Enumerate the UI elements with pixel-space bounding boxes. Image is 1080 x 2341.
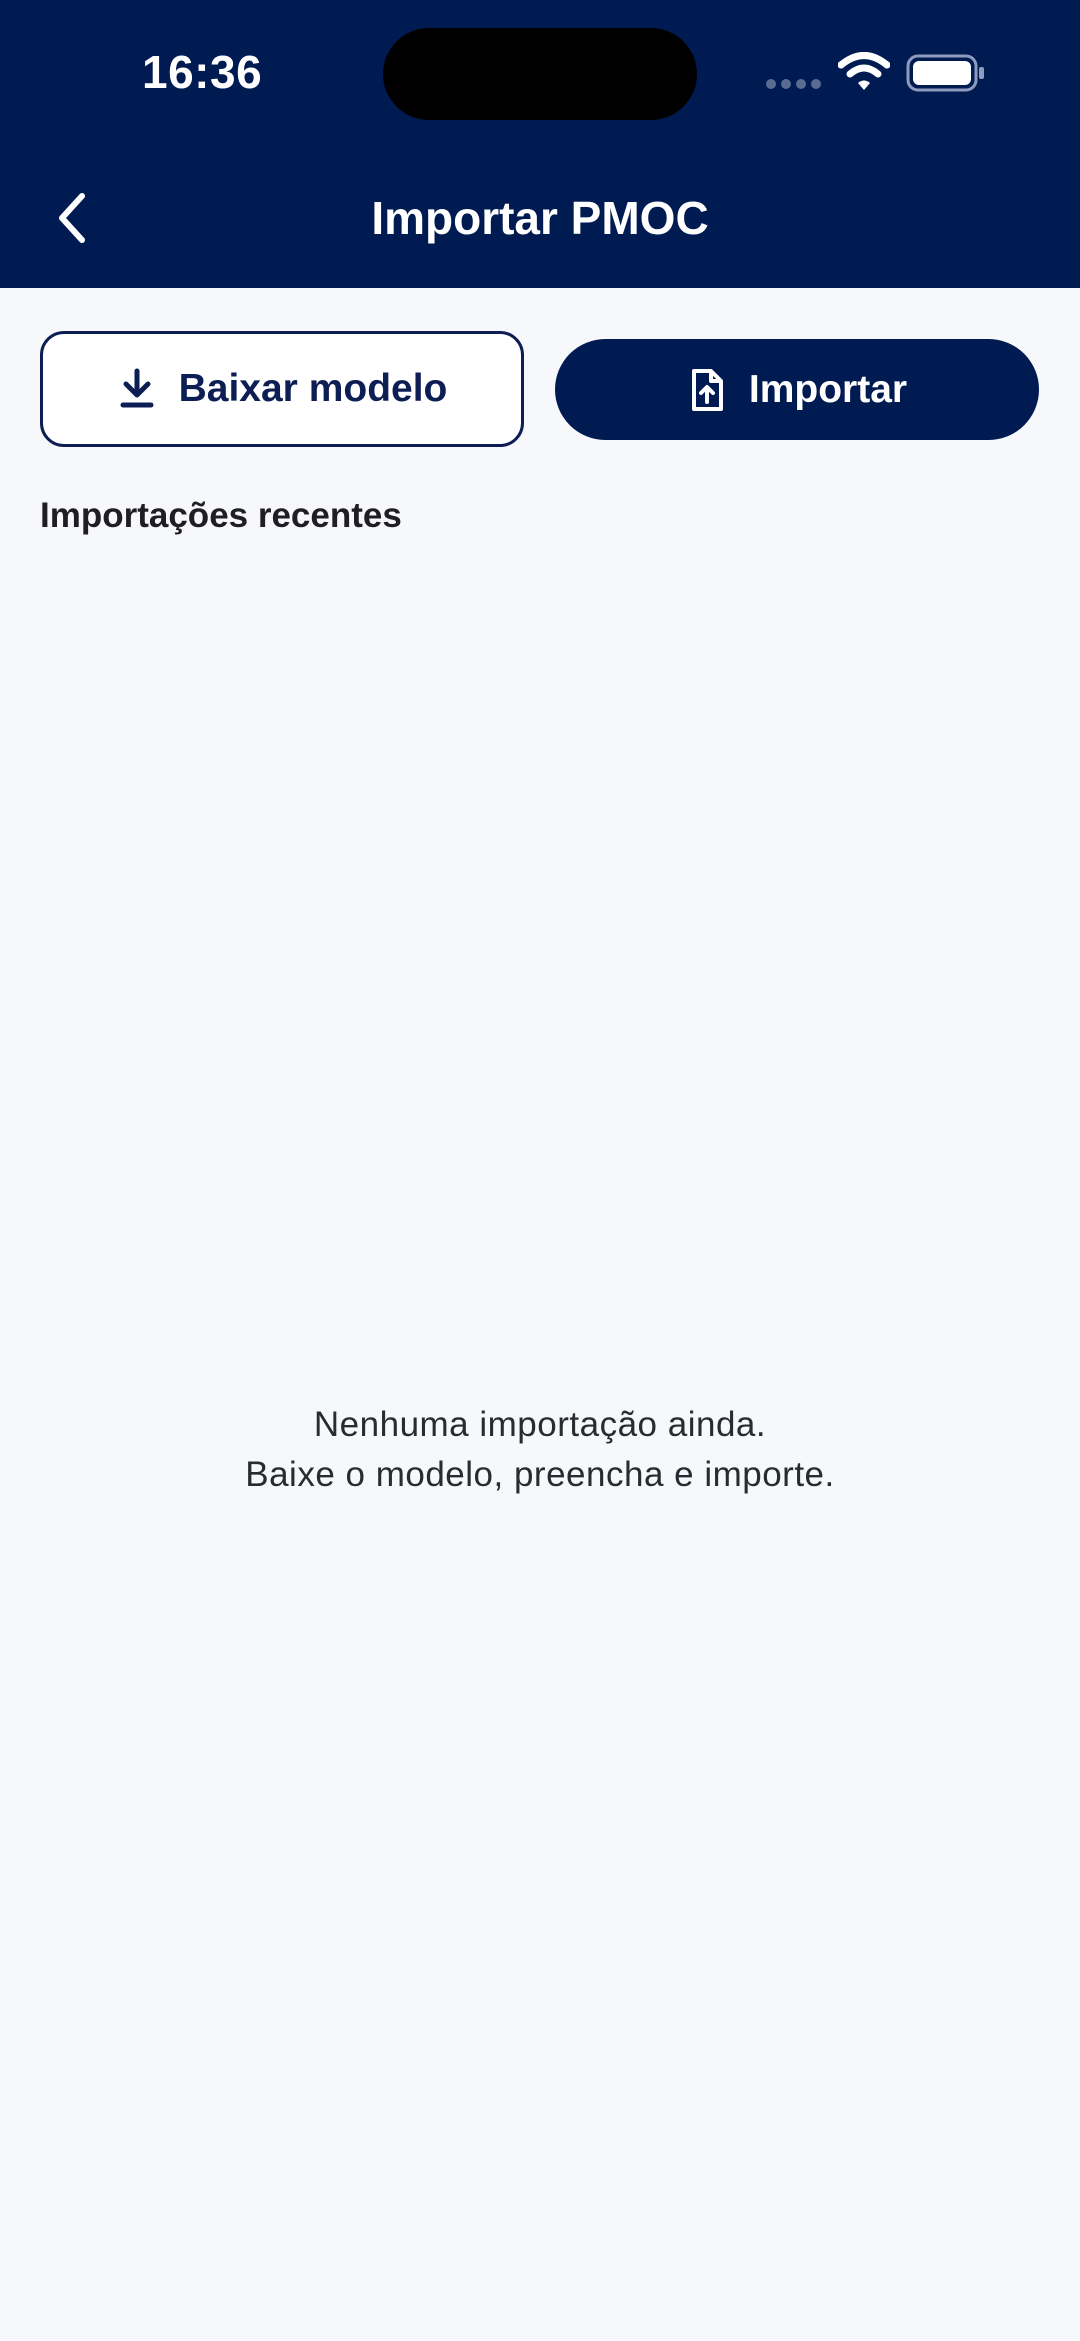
download-template-label: Baixar modelo — [178, 367, 448, 410]
page-title: Importar PMOC — [371, 192, 709, 244]
chevron-left-icon — [59, 193, 85, 243]
dynamic-island — [383, 28, 697, 120]
cellular-signal-icon — [766, 79, 822, 89]
wifi-icon — [838, 52, 890, 90]
download-icon — [120, 368, 154, 408]
file-upload-icon — [691, 368, 723, 411]
app-header: 16:36 Importar PMOC — [0, 0, 1080, 288]
import-label: Importar — [748, 367, 908, 411]
empty-state-line-1: Nenhuma importação ainda. — [313, 1405, 767, 1444]
import-button[interactable]: Importar — [555, 339, 1039, 440]
empty-state-line-2: Baixe o modelo, preencha e importe. — [245, 1455, 835, 1494]
back-button[interactable] — [40, 182, 104, 254]
download-template-button[interactable]: Baixar modelo — [40, 331, 524, 447]
battery-icon — [906, 54, 984, 92]
recent-imports-title: Importações recentes — [40, 496, 402, 535]
empty-state-message: Nenhuma importação ainda. Baixe o modelo… — [0, 1400, 1080, 1500]
screen: 16:36 Importar PMOC Baixar modelo Import… — [0, 0, 1080, 2341]
status-time: 16:36 — [142, 46, 263, 98]
